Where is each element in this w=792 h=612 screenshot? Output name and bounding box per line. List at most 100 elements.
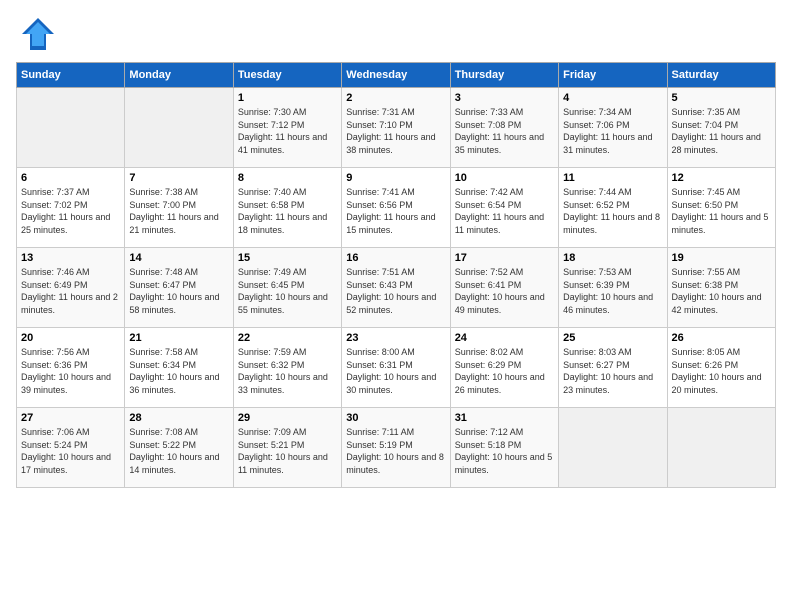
day-info: Sunrise: 7:52 AMSunset: 6:41 PMDaylight:… <box>455 266 554 316</box>
calendar-header-row: SundayMondayTuesdayWednesdayThursdayFrid… <box>17 63 776 88</box>
day-cell: 22Sunrise: 7:59 AMSunset: 6:32 PMDayligh… <box>233 328 341 408</box>
day-number: 17 <box>455 252 554 264</box>
day-cell: 11Sunrise: 7:44 AMSunset: 6:52 PMDayligh… <box>559 168 667 248</box>
day-number: 7 <box>129 172 228 184</box>
day-info: Sunrise: 7:11 AMSunset: 5:19 PMDaylight:… <box>346 426 445 476</box>
day-info: Sunrise: 8:05 AMSunset: 6:26 PMDaylight:… <box>672 346 771 396</box>
day-number: 4 <box>563 92 662 104</box>
day-info: Sunrise: 7:55 AMSunset: 6:38 PMDaylight:… <box>672 266 771 316</box>
day-number: 25 <box>563 332 662 344</box>
day-cell: 1 Sunrise: 7:30 AMSunset: 7:12 PMDaylight… <box>233 88 341 168</box>
day-info: Sunrise: 7:49 AMSunset: 6:45 PMDaylight:… <box>238 266 337 316</box>
day-info: Sunrise: 8:02 AMSunset: 6:29 PMDaylight:… <box>455 346 554 396</box>
day-cell <box>17 88 125 168</box>
week-row-3: 13 Sunrise: 7:46 AMSunset: 6:49 PMDayligh… <box>17 248 776 328</box>
day-number: 19 <box>672 252 771 264</box>
day-cell: 15 Sunrise: 7:49 AMSunset: 6:45 PMDayligh… <box>233 248 341 328</box>
day-info: Sunrise: 7:38 AMSunset: 7:00 PMDaylight:… <box>129 186 228 236</box>
day-cell: 29 Sunrise: 7:09 AMSunset: 5:21 PMDayligh… <box>233 408 341 488</box>
week-row-4: 20 Sunrise: 7:56 AMSunset: 6:36 PMDayligh… <box>17 328 776 408</box>
day-info: Sunrise: 7:59 AMSunset: 6:32 PMDaylight:… <box>238 346 337 396</box>
day-info: Sunrise: 7:48 AMSunset: 6:47 PMDaylight:… <box>129 266 228 316</box>
day-cell: 3Sunrise: 7:33 AMSunset: 7:08 PMDaylight… <box>450 88 558 168</box>
day-number: 5 <box>672 92 771 104</box>
day-number: 14 <box>129 252 228 264</box>
day-info: Sunrise: 7:41 AMSunset: 6:56 PMDaylight:… <box>346 186 445 236</box>
day-cell: 26 Sunrise: 8:05 AMSunset: 6:26 PMDayligh… <box>667 328 775 408</box>
week-row-5: 27 Sunrise: 7:06 AMSunset: 5:24 PMDayligh… <box>17 408 776 488</box>
day-cell: 6Sunrise: 7:37 AMSunset: 7:02 PMDaylight… <box>17 168 125 248</box>
day-cell: 9 Sunrise: 7:41 AMSunset: 6:56 PMDaylight… <box>342 168 450 248</box>
day-number: 29 <box>238 412 337 424</box>
day-cell: 18 Sunrise: 7:53 AMSunset: 6:39 PMDayligh… <box>559 248 667 328</box>
day-number: 27 <box>21 412 120 424</box>
day-cell: 21 Sunrise: 7:58 AMSunset: 6:34 PMDayligh… <box>125 328 233 408</box>
day-cell: 23 Sunrise: 8:00 AMSunset: 6:31 PMDayligh… <box>342 328 450 408</box>
day-number: 23 <box>346 332 445 344</box>
day-number: 8 <box>238 172 337 184</box>
day-number: 18 <box>563 252 662 264</box>
day-info: Sunrise: 7:58 AMSunset: 6:34 PMDaylight:… <box>129 346 228 396</box>
header-wednesday: Wednesday <box>342 63 450 88</box>
day-number: 13 <box>21 252 120 264</box>
day-info: Sunrise: 7:46 AMSunset: 6:49 PMDaylight:… <box>21 266 120 316</box>
day-cell: 27 Sunrise: 7:06 AMSunset: 5:24 PMDayligh… <box>17 408 125 488</box>
logo <box>16 16 56 52</box>
day-cell: 4 Sunrise: 7:34 AMSunset: 7:06 PMDaylight… <box>559 88 667 168</box>
week-row-2: 6Sunrise: 7:37 AMSunset: 7:02 PMDaylight… <box>17 168 776 248</box>
header-tuesday: Tuesday <box>233 63 341 88</box>
day-cell: 24Sunrise: 8:02 AMSunset: 6:29 PMDayligh… <box>450 328 558 408</box>
day-number: 20 <box>21 332 120 344</box>
calendar-table: SundayMondayTuesdayWednesdayThursdayFrid… <box>16 62 776 488</box>
day-number: 31 <box>455 412 554 424</box>
header-thursday: Thursday <box>450 63 558 88</box>
day-cell: 8 Sunrise: 7:40 AMSunset: 6:58 PMDaylight… <box>233 168 341 248</box>
page-header <box>16 16 776 52</box>
day-number: 9 <box>346 172 445 184</box>
day-cell: 16Sunrise: 7:51 AMSunset: 6:43 PMDayligh… <box>342 248 450 328</box>
day-cell: 20 Sunrise: 7:56 AMSunset: 6:36 PMDayligh… <box>17 328 125 408</box>
day-info: Sunrise: 7:09 AMSunset: 5:21 PMDaylight:… <box>238 426 337 476</box>
day-number: 6 <box>21 172 120 184</box>
day-info: Sunrise: 7:06 AMSunset: 5:24 PMDaylight:… <box>21 426 120 476</box>
header-friday: Friday <box>559 63 667 88</box>
day-info: Sunrise: 7:42 AMSunset: 6:54 PMDaylight:… <box>455 186 554 236</box>
day-info: Sunrise: 7:34 AMSunset: 7:06 PMDaylight:… <box>563 106 662 156</box>
header-saturday: Saturday <box>667 63 775 88</box>
day-cell: 5 Sunrise: 7:35 AMSunset: 7:04 PMDaylight… <box>667 88 775 168</box>
day-cell: 12 Sunrise: 7:45 AMSunset: 6:50 PMDayligh… <box>667 168 775 248</box>
day-cell: 7 Sunrise: 7:38 AMSunset: 7:00 PMDaylight… <box>125 168 233 248</box>
day-cell <box>559 408 667 488</box>
day-info: Sunrise: 8:00 AMSunset: 6:31 PMDaylight:… <box>346 346 445 396</box>
day-info: Sunrise: 7:35 AMSunset: 7:04 PMDaylight:… <box>672 106 771 156</box>
day-info: Sunrise: 7:12 AMSunset: 5:18 PMDaylight:… <box>455 426 554 476</box>
day-info: Sunrise: 7:40 AMSunset: 6:58 PMDaylight:… <box>238 186 337 236</box>
day-number: 2 <box>346 92 445 104</box>
logo-icon <box>20 16 56 52</box>
day-number: 1 <box>238 92 337 104</box>
day-number: 3 <box>455 92 554 104</box>
day-cell: 30 Sunrise: 7:11 AMSunset: 5:19 PMDayligh… <box>342 408 450 488</box>
day-number: 15 <box>238 252 337 264</box>
day-info: Sunrise: 7:56 AMSunset: 6:36 PMDaylight:… <box>21 346 120 396</box>
day-number: 12 <box>672 172 771 184</box>
day-cell: 17 Sunrise: 7:52 AMSunset: 6:41 PMDayligh… <box>450 248 558 328</box>
day-info: Sunrise: 7:45 AMSunset: 6:50 PMDaylight:… <box>672 186 771 236</box>
day-info: Sunrise: 7:08 AMSunset: 5:22 PMDaylight:… <box>129 426 228 476</box>
day-cell: 13 Sunrise: 7:46 AMSunset: 6:49 PMDayligh… <box>17 248 125 328</box>
header-monday: Monday <box>125 63 233 88</box>
day-info: Sunrise: 8:03 AMSunset: 6:27 PMDaylight:… <box>563 346 662 396</box>
day-number: 30 <box>346 412 445 424</box>
day-cell <box>125 88 233 168</box>
day-cell: 14 Sunrise: 7:48 AMSunset: 6:47 PMDayligh… <box>125 248 233 328</box>
header-sunday: Sunday <box>17 63 125 88</box>
day-info: Sunrise: 7:53 AMSunset: 6:39 PMDaylight:… <box>563 266 662 316</box>
day-number: 21 <box>129 332 228 344</box>
day-cell: 2Sunrise: 7:31 AMSunset: 7:10 PMDaylight… <box>342 88 450 168</box>
day-number: 11 <box>563 172 662 184</box>
day-info: Sunrise: 7:30 AMSunset: 7:12 PMDaylight:… <box>238 106 337 156</box>
day-info: Sunrise: 7:51 AMSunset: 6:43 PMDaylight:… <box>346 266 445 316</box>
day-cell: 10Sunrise: 7:42 AMSunset: 6:54 PMDayligh… <box>450 168 558 248</box>
day-number: 26 <box>672 332 771 344</box>
day-cell: 31 Sunrise: 7:12 AMSunset: 5:18 PMDayligh… <box>450 408 558 488</box>
